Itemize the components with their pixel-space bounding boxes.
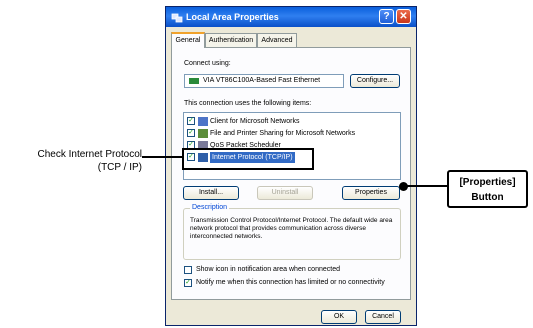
- tab-general[interactable]: General: [171, 32, 205, 48]
- tab-authentication[interactable]: Authentication: [205, 33, 257, 47]
- description-title: Description: [190, 204, 230, 211]
- notify-label: Notify me when this connection has limit…: [196, 279, 385, 286]
- checkbox-checked-icon[interactable]: ✓: [187, 117, 195, 125]
- callout-left-line1: Check Internet Protocol: [37, 149, 143, 160]
- network-adapter-icon: [189, 78, 199, 84]
- network-icon: [171, 13, 183, 23]
- callout-right-line2: Button: [471, 192, 504, 203]
- file-sharing-icon: [198, 129, 208, 138]
- properties-button-callout: [Properties] Button: [447, 170, 528, 208]
- left-leader-line: [142, 156, 182, 158]
- description-group: Description Transmission Control Protoco…: [183, 204, 401, 260]
- list-item-label: Client for Microsoft Networks: [210, 118, 300, 125]
- list-item-label: File and Printer Sharing for Microsoft N…: [210, 130, 356, 137]
- show-icon-label: Show icon in notification area when conn…: [196, 266, 340, 273]
- cancel-button[interactable]: Cancel: [365, 310, 401, 324]
- description-text: Transmission Control Protocol/Internet P…: [190, 217, 393, 240]
- title-bar[interactable]: Local Area Properties ? ✕: [166, 7, 416, 27]
- check-tcpip-callout: Check Internet Protocol (TCP / IP): [0, 148, 143, 174]
- checkbox-unchecked-icon[interactable]: [184, 266, 192, 274]
- window-title: Local Area Properties: [186, 12, 279, 22]
- configure-button[interactable]: Configure...: [350, 74, 400, 88]
- general-panel: Connect using: VIA VT86C100A-Based Fast …: [171, 47, 411, 300]
- properties-button[interactable]: Properties: [342, 186, 400, 200]
- uninstall-button[interactable]: Uninstall: [257, 186, 313, 200]
- right-leader-line: [407, 185, 448, 187]
- items-label: This connection uses the following items…: [184, 100, 312, 107]
- adapter-field: VIA VT86C100A-Based Fast Ethernet: [184, 74, 344, 88]
- connect-using-label: Connect using:: [184, 60, 231, 67]
- help-button[interactable]: ?: [379, 9, 394, 24]
- install-button[interactable]: Install...: [183, 186, 239, 200]
- tcpip-highlight: [182, 148, 314, 170]
- adapter-name: VIA VT86C100A-Based Fast Ethernet: [203, 77, 321, 84]
- checkbox-checked-icon[interactable]: ✓: [184, 279, 192, 287]
- callout-right-line1: [Properties]: [459, 177, 516, 188]
- tab-advanced[interactable]: Advanced: [257, 33, 297, 47]
- close-button[interactable]: ✕: [396, 9, 411, 24]
- callout-left-line2: (TCP / IP): [97, 162, 142, 173]
- checkbox-checked-icon[interactable]: ✓: [187, 129, 195, 137]
- client-icon: [198, 117, 208, 126]
- ok-button[interactable]: OK: [321, 310, 357, 324]
